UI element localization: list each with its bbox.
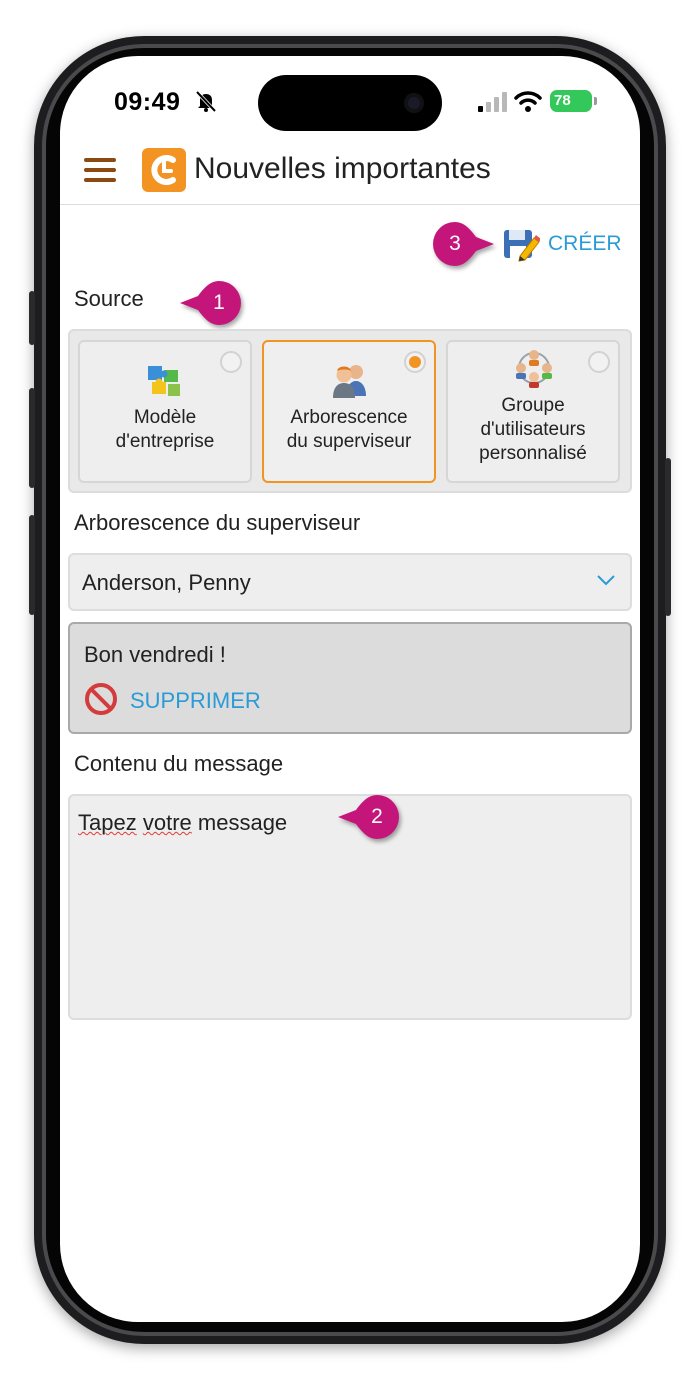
battery-tip	[594, 97, 597, 105]
source-options: Modèle d'entreprise Arborescence du supe…	[68, 329, 632, 493]
source-option-custom-group[interactable]: Groupe d'utilisateurs personnalisé	[446, 340, 620, 483]
content-label: Contenu du message	[74, 751, 284, 776]
callout-2: 2	[338, 794, 400, 840]
delete-label: SUPPRIMER	[130, 688, 261, 713]
volume-down-button	[29, 515, 35, 615]
supervisor-dropdown[interactable]: Anderson, Penny	[68, 553, 632, 611]
callout-2-number: 2	[371, 805, 383, 828]
source-option-label: Arborescence	[290, 407, 408, 428]
battery-level: 78	[554, 92, 571, 109]
camera-lens	[404, 93, 424, 113]
callout-3-number: 3	[449, 232, 461, 255]
source-option-label: Groupe	[501, 395, 565, 416]
screen: 09:49 78 Nouvelles importantes CRÉER 3 S…	[60, 56, 640, 1322]
chevron-down-icon	[597, 575, 615, 586]
app-logo-icon	[142, 148, 186, 192]
source-option-label: du superviseur	[286, 431, 412, 452]
callout-1-number: 1	[213, 291, 225, 314]
message-title: Bon vendredi !	[84, 642, 226, 667]
callout-1: 1	[180, 280, 242, 326]
callout-3: 3	[432, 221, 494, 267]
battery-indicator: 78	[550, 90, 592, 112]
radio-custom-group[interactable]	[588, 351, 610, 373]
source-option-label: d'utilisateurs	[480, 419, 586, 440]
signal-icon	[478, 92, 507, 112]
app-header: Nouvelles importantes	[60, 146, 640, 205]
wifi-icon	[514, 91, 542, 112]
message-placeholder: Tapez votre message	[78, 810, 287, 836]
dynamic-island	[258, 75, 442, 131]
bell-off-icon	[195, 90, 217, 113]
source-label: Source	[74, 286, 144, 311]
power-button	[665, 458, 671, 616]
source-option-label: personnalisé	[479, 443, 587, 464]
radio-supervisor-tree[interactable]	[404, 351, 426, 373]
prohibited-icon	[85, 683, 117, 715]
source-option-supervisor-tree[interactable]: Arborescence du superviseur	[262, 340, 436, 483]
source-option-label: d'entreprise	[115, 431, 215, 452]
status-time: 09:49	[114, 88, 181, 116]
message-item: Bon vendredi ! SUPPRIMER	[68, 622, 632, 734]
action-button	[29, 291, 35, 345]
radio-company-template[interactable]	[220, 351, 242, 373]
save-edit-icon	[504, 230, 540, 262]
placeholder-word: votre	[142, 810, 192, 835]
source-option-label: Modèle	[133, 407, 197, 428]
supervisor-selected-value: Anderson, Penny	[82, 570, 251, 595]
placeholder-word: Tapez	[78, 810, 137, 835]
tree-label: Arborescence du superviseur	[74, 510, 361, 535]
source-option-company-template[interactable]: Modèle d'entreprise	[78, 340, 252, 483]
create-label: CRÉER	[548, 232, 622, 255]
placeholder-word: message	[197, 810, 288, 835]
puzzle-icon	[148, 366, 180, 396]
supervisor-users-icon	[333, 365, 366, 398]
hamburger-menu-icon[interactable]	[84, 158, 116, 182]
volume-up-button	[29, 388, 35, 488]
page-title: Nouvelles importantes	[194, 152, 491, 185]
user-group-icon	[516, 350, 552, 388]
